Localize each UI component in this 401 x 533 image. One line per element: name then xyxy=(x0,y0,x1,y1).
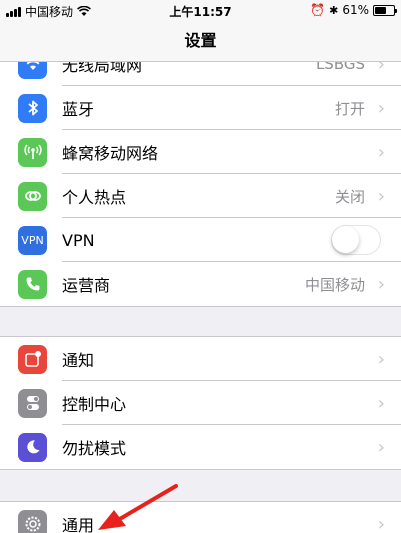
settings-row-label: 控制中心 xyxy=(62,395,127,414)
vpn-icon: VPN xyxy=(18,225,47,255)
settings-row-carrier[interactable]: 运营商 中国移动 › xyxy=(0,262,401,306)
settings-row-label: 蜂窝移动网络 xyxy=(62,144,159,163)
moon-icon xyxy=(18,432,47,462)
gear-icon xyxy=(18,509,47,533)
settings-row-label: VPN xyxy=(62,230,95,250)
chevron-right-icon: › xyxy=(377,436,385,458)
cellular-icon xyxy=(18,137,47,167)
battery-percent: 61% xyxy=(342,3,369,17)
red-arrow-annotation xyxy=(98,484,178,530)
settings-row-label: 个人热点 xyxy=(62,188,127,207)
settings-row-cellular[interactable]: 蜂窝移动网络 › xyxy=(0,130,401,174)
chevron-right-icon: › xyxy=(377,348,385,370)
settings-row-bluetooth[interactable]: 蓝牙 打开 › xyxy=(0,86,401,130)
general-group: 通用 › xyxy=(0,501,401,533)
page-title: 设置 xyxy=(184,31,217,50)
vpn-toggle[interactable] xyxy=(331,225,381,255)
settings-row-label: 勿扰模式 xyxy=(62,439,127,458)
chevron-right-icon: › xyxy=(377,513,385,533)
settings-row-do-not-disturb[interactable]: 勿扰模式 › xyxy=(0,425,401,469)
settings-row-label: 蓝牙 xyxy=(62,100,95,119)
alarm-icon: ⏰ xyxy=(310,3,326,17)
bluetooth-icon xyxy=(18,93,47,123)
settings-row-notifications[interactable]: 通知 › xyxy=(0,337,401,381)
control-center-icon xyxy=(18,388,47,418)
settings-row-value: 打开 xyxy=(334,99,365,118)
navigation-bar: 设置 xyxy=(0,22,401,62)
notifications-icon xyxy=(18,344,47,374)
chevron-right-icon: › xyxy=(377,185,385,207)
chevron-right-icon: › xyxy=(377,273,385,295)
settings-row-value: 关闭 xyxy=(334,187,365,206)
battery-fill xyxy=(375,6,386,14)
bluetooth-status-icon: ✱ xyxy=(329,3,339,17)
toggle-knob xyxy=(332,226,359,253)
chevron-right-icon: › xyxy=(377,97,385,119)
settings-row-vpn: VPN VPN xyxy=(0,218,401,262)
settings-row-label: 运营商 xyxy=(62,276,111,295)
hotspot-icon xyxy=(18,181,47,211)
chevron-right-icon: › xyxy=(377,141,385,163)
notifications-group: 通知 › 控制中心 › 勿扰模式 › xyxy=(0,336,401,470)
connectivity-group: 无线局域网 LSBGS › 蓝牙 打开 › 蜂窝移动网络 › 个人热点 关闭 ›… xyxy=(0,41,401,307)
settings-row-control-center[interactable]: 控制中心 › xyxy=(0,381,401,425)
settings-row-general[interactable]: 通用 › xyxy=(0,502,401,533)
settings-row-label: 通知 xyxy=(62,351,95,370)
battery-icon xyxy=(373,4,397,16)
phone-icon xyxy=(18,269,47,299)
settings-row-label: 通用 xyxy=(62,516,95,533)
settings-row-value: 中国移动 xyxy=(304,275,365,294)
settings-row-hotspot[interactable]: 个人热点 关闭 › xyxy=(0,174,401,218)
chevron-right-icon: › xyxy=(377,392,385,414)
status-bar: 中国移动 上午11:57 ⏰ ✱ 61% xyxy=(0,0,401,22)
